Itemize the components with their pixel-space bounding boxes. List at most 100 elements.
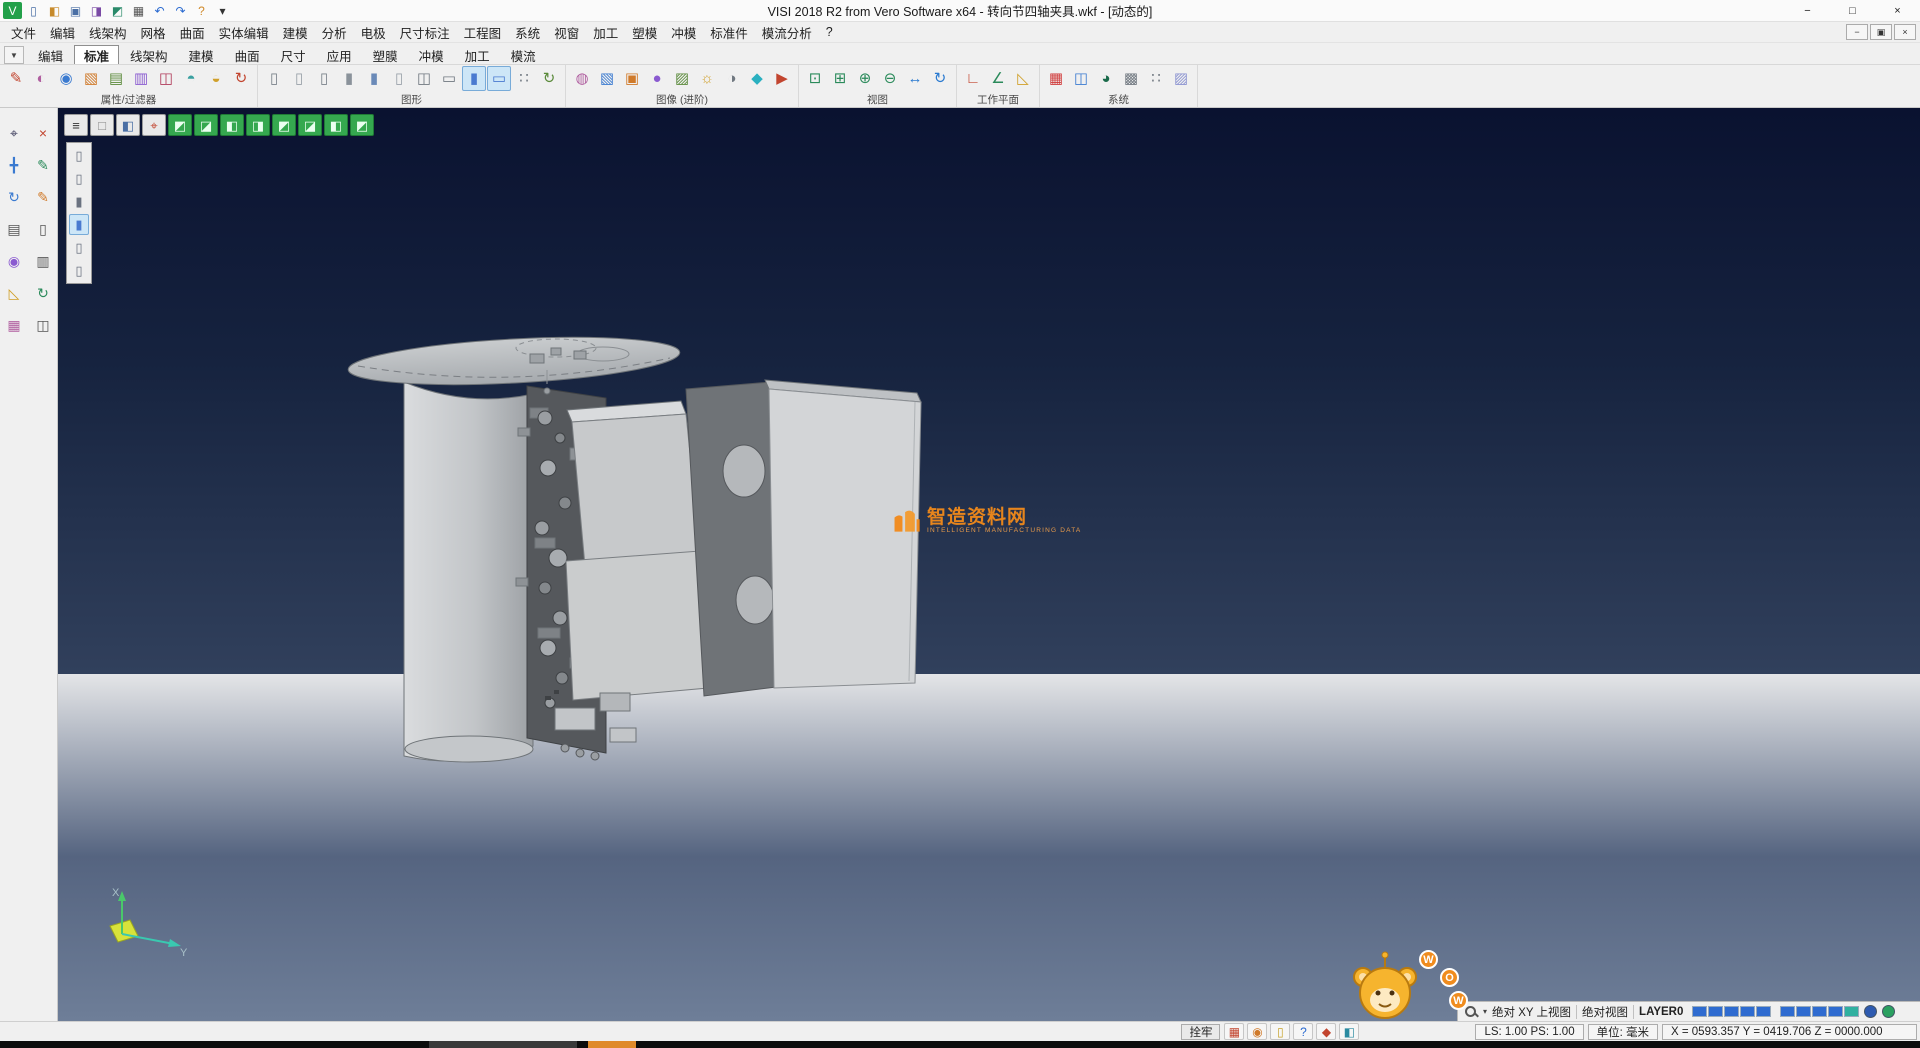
view-bottom-icon[interactable]: ◧ [324,114,348,136]
shading-on-icon[interactable]: ▮ [462,66,486,91]
menu-item[interactable]: 视窗 [547,22,586,42]
globe-status-icon[interactable] [1882,1005,1895,1018]
menu-item[interactable]: 加工 [586,22,625,42]
snap-settings-icon[interactable]: ∷ [1144,66,1168,91]
3d-viewport[interactable]: ≡□◧⌖◩◪◧◨◩◪◧◩ ▯▯▮▮▯▯ [58,108,1920,1021]
mask-elements-icon[interactable]: ◒ [204,66,228,91]
filter-solids-icon[interactable]: ▮ [69,191,89,212]
axis-toggle-icon[interactable]: ⌖ [142,114,166,136]
render-mode-icon[interactable]: ◍ [570,66,594,91]
view-back-icon[interactable]: ◩ [272,114,296,136]
ribbon-tab[interactable]: 曲面 [225,45,270,64]
bounding-box-icon[interactable]: ▭ [437,66,461,91]
edit-geometry-icon[interactable]: ✎ [32,153,55,176]
modify-properties-icon[interactable]: ✎ [4,66,28,91]
move-tool-icon[interactable]: ╋ [3,153,26,176]
quick-filter-icon[interactable]: ◓ [179,66,203,91]
menu-item[interactable]: 曲面 [173,22,212,42]
menu-item[interactable]: 文件 [4,22,43,42]
menu-item[interactable]: 电极 [354,22,393,42]
workplane-align-icon[interactable]: ∟ [961,66,985,91]
sheet-icon[interactable]: ▥ [32,249,55,272]
active-layer-button[interactable]: LAYER0 [1639,1006,1683,1018]
section-view-icon[interactable]: ◫ [412,66,436,91]
status-redline-icon[interactable]: ◆ [1316,1023,1336,1040]
ribbon-tab[interactable]: 尺寸 [271,45,316,64]
menu-item[interactable]: ? [819,22,840,42]
new-document-icon[interactable]: ▯ [24,2,43,19]
menu-item[interactable]: 模流分析 [755,22,819,42]
dashed-hidden-cylinder-icon[interactable]: ▯ [312,66,336,91]
ribbon-tab[interactable]: 塑膜 [363,45,408,64]
type-filter-icon[interactable]: ▥ [129,66,153,91]
status-3d-icon[interactable]: ◧ [1339,1023,1359,1040]
copy-sheet-icon[interactable]: ◫ [32,313,55,336]
color-filter-icon[interactable]: ▧ [79,66,103,91]
menu-item[interactable]: 编辑 [43,22,82,42]
view-front-icon[interactable]: ◧ [220,114,244,136]
minimize-button[interactable]: − [1785,0,1830,21]
menu-item[interactable]: 冲模 [664,22,703,42]
status-notes-icon[interactable]: ▯ [1270,1023,1290,1040]
menu-item[interactable]: 工程图 [457,22,509,42]
shaded-pair-icon[interactable]: ◧ [116,114,140,136]
hidden-line-cylinder-icon[interactable]: ▯ [287,66,311,91]
zoom-fit-icon[interactable]: ⊡ [803,66,827,91]
help-icon[interactable]: ? [192,2,211,19]
layer-manager-icon[interactable]: ▤ [104,66,128,91]
wireframe-cylinder-icon[interactable]: ▯ [262,66,286,91]
profile-settings-icon[interactable]: ▨ [1169,66,1193,91]
show-vertices-icon[interactable]: ∷ [512,66,536,91]
ruler-tool-icon[interactable]: ◺ [3,281,26,304]
save-icon[interactable]: ▣ [66,2,85,19]
ribbon-tab[interactable]: 建模 [179,45,224,64]
pan-view-icon[interactable]: ↔ [903,66,927,91]
zoom-out-icon[interactable]: ⊖ [878,66,902,91]
customize-quick-access-icon[interactable]: ▾ [213,2,232,19]
view-left-icon[interactable]: ◪ [298,114,322,136]
open-document-icon[interactable]: ◧ [45,2,64,19]
close-button[interactable]: × [1875,0,1920,21]
menu-item[interactable]: 建模 [276,22,315,42]
rotate-tool-icon[interactable]: ↻ [3,185,26,208]
import-icon[interactable]: ◨ [87,2,106,19]
sketch-tool-icon[interactable]: ✎ [32,185,55,208]
menu-item[interactable]: 塑模 [625,22,664,42]
rotate-view-icon[interactable]: ↻ [928,66,952,91]
material-icon[interactable]: ● [645,66,669,91]
visi-logo-icon[interactable]: V [3,2,22,19]
print-icon[interactable]: ▦ [129,2,148,19]
shaded-cylinder-icon[interactable]: ▮ [337,66,361,91]
maximize-button[interactable]: □ [1830,0,1875,21]
status-help-icon[interactable]: ? [1293,1023,1313,1040]
regen-icon[interactable]: ↻ [32,281,55,304]
ribbon-tab[interactable]: 应用 [317,45,362,64]
refresh-graphics-icon[interactable]: ↻ [537,66,561,91]
view-mode-button[interactable]: 绝对视图 [1582,1004,1628,1020]
view-top-icon[interactable]: ◪ [194,114,218,136]
measure-tool-icon[interactable]: ◉ [3,249,26,272]
menu-item[interactable]: 实体编辑 [212,22,276,42]
ribbon-tab[interactable]: 标准 [74,45,119,64]
notes-icon[interactable]: ▯ [32,217,55,240]
delete-tool-icon[interactable]: × [32,121,55,144]
zoom-window-icon[interactable]: ⊞ [828,66,852,91]
lock-toggle-button[interactable]: 拴牢 [1181,1024,1220,1040]
status-grid-icon[interactable]: ▦ [1224,1023,1244,1040]
shaded-edges-cylinder-icon[interactable]: ▮ [362,66,386,91]
zoom-in-icon[interactable]: ⊕ [853,66,877,91]
color-palette-icon[interactable]: ▦ [1044,66,1068,91]
filter-surfaces-icon[interactable]: ▮ [69,214,89,235]
globe-settings-icon[interactable]: ◕ [1094,66,1118,91]
element-info-icon[interactable]: ◉ [54,66,78,91]
grid-settings-icon[interactable]: ▩ [1119,66,1143,91]
view-right-icon[interactable]: ◨ [246,114,270,136]
gem-render-icon[interactable]: ◆ [745,66,769,91]
ribbon-tab[interactable]: 加工 [455,45,500,64]
selection-filter-icon[interactable]: ◫ [154,66,178,91]
view-menu-icon[interactable]: ≡ [64,114,88,136]
3d-model-fixture[interactable] [58,108,1920,1021]
chart-status-icon[interactable] [1864,1005,1877,1018]
copy-properties-icon[interactable]: ◐ [29,66,53,91]
view-iso-icon[interactable]: ◩ [168,114,192,136]
